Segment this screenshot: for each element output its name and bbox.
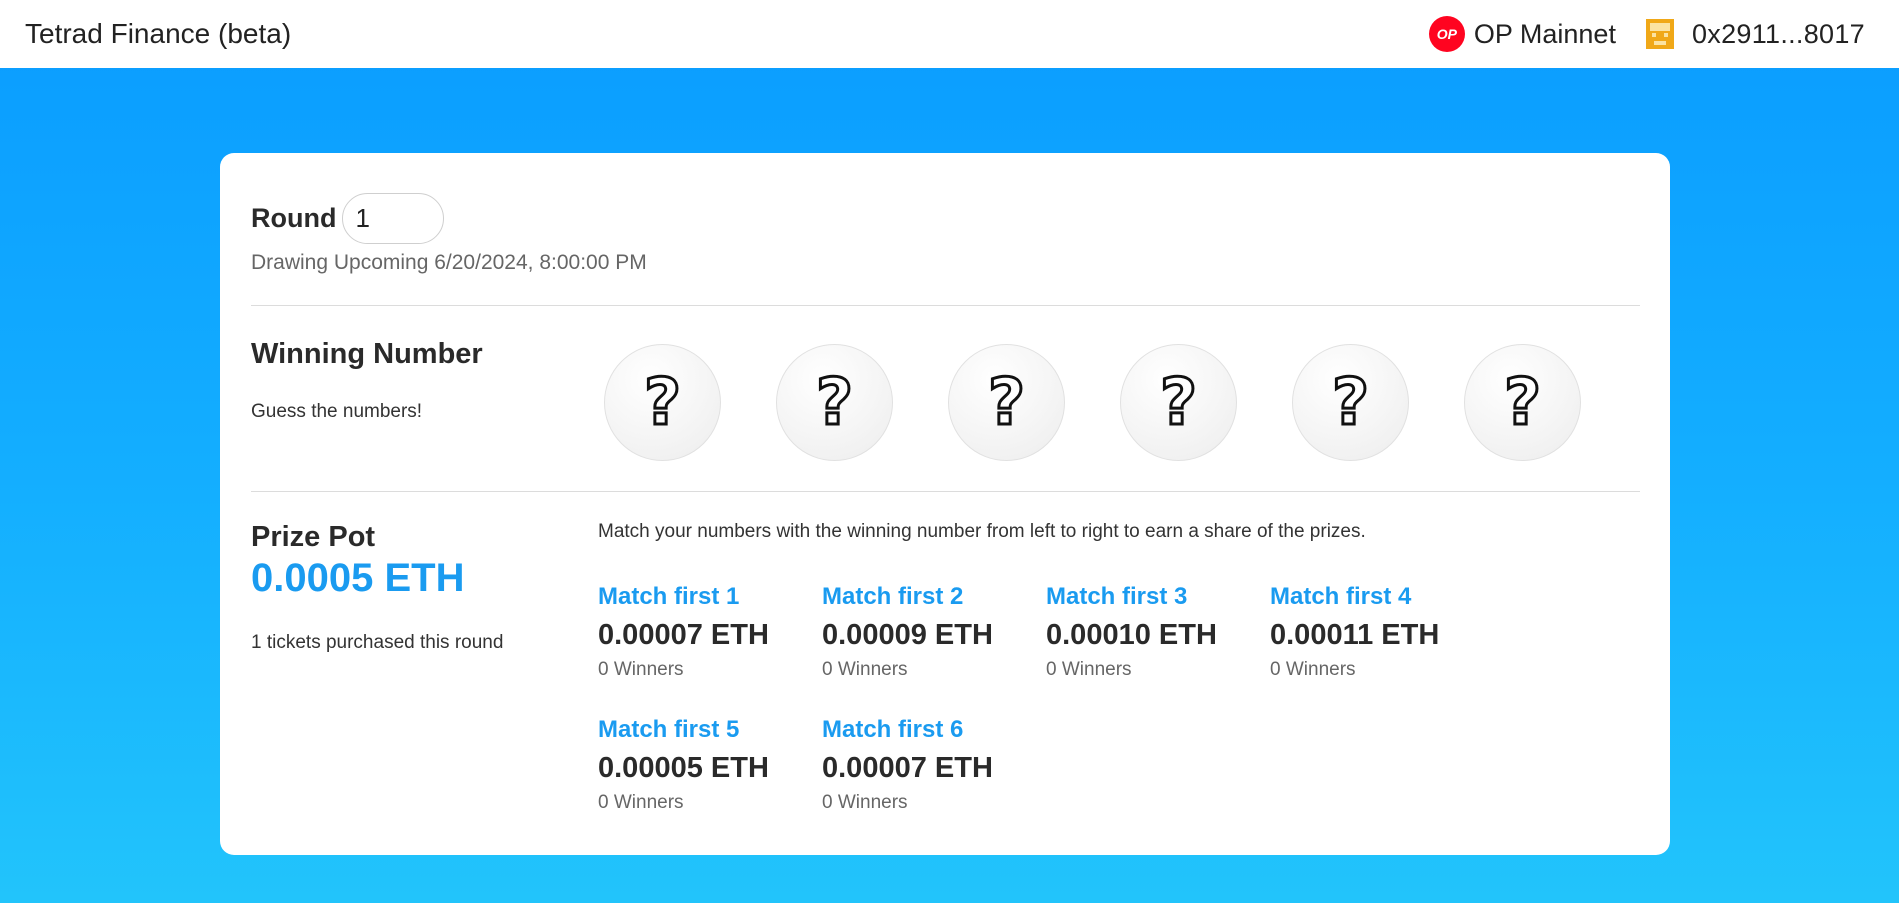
winning-ball-6: ? — [1464, 344, 1581, 461]
match-tier-title: Match first 2 — [822, 583, 964, 610]
round-selector: Round — [251, 193, 445, 244]
network-label: OP Mainnet — [1473, 18, 1616, 49]
account-button[interactable]: 0x2911...8017 — [1645, 18, 1865, 50]
match-tier-title: Match first 3 — [1046, 583, 1188, 610]
match-tier-winners: 0 Winners — [598, 659, 684, 680]
match-tier-winners: 0 Winners — [822, 792, 908, 813]
top-bar: Tetrad Finance (beta) OP OP Mainnet 0x29… — [0, 0, 1899, 68]
wallet-address: 0x2911...8017 — [1691, 18, 1865, 49]
drawing-info: Drawing Upcoming 6/20/2024, 8:00:00 PM — [251, 251, 647, 274]
match-tier-winners: 0 Winners — [822, 659, 908, 680]
winning-ball-1: ? — [604, 344, 721, 461]
match-tier-winners: 0 Winners — [1046, 659, 1132, 680]
tickets-purchased: 1 tickets purchased this round — [251, 632, 504, 653]
top-bar-right: OP OP Mainnet 0x2911...8017 — [1428, 16, 1865, 52]
winning-number-title: Winning Number — [251, 338, 483, 370]
prize-pot-amount: 0.0005 ETH — [251, 556, 465, 600]
match-tier-amount: 0.00009 ETH — [822, 619, 993, 651]
divider — [251, 491, 1640, 492]
match-tier-amount: 0.00007 ETH — [822, 752, 993, 784]
match-tier-title: Match first 4 — [1270, 583, 1412, 610]
match-tier-3: Match first 3 0.00010 ETH 0 Winners — [1046, 579, 1266, 685]
round-label: Round — [251, 203, 337, 233]
app-title[interactable]: Tetrad Finance (beta) — [25, 18, 291, 50]
winning-ball-5: ? — [1292, 344, 1409, 461]
match-description: Match your numbers with the winning numb… — [598, 521, 1366, 542]
round-input[interactable] — [342, 193, 445, 244]
winning-ball-2: ? — [776, 344, 893, 461]
match-tier-2: Match first 2 0.00009 ETH 0 Winners — [822, 579, 1042, 685]
divider — [251, 305, 1640, 306]
winning-number-subtitle: Guess the numbers! — [251, 401, 423, 422]
winning-ball-4: ? — [1120, 344, 1237, 461]
avatar-icon — [1645, 19, 1674, 49]
op-network-icon: OP — [1428, 16, 1465, 52]
winning-ball-3: ? — [948, 344, 1065, 461]
match-tier-5: Match first 5 0.00005 ETH 0 Winners — [598, 712, 818, 818]
match-tier-1: Match first 1 0.00007 ETH 0 Winners — [598, 579, 818, 685]
match-tier-title: Match first 5 — [598, 716, 740, 743]
network-selector[interactable]: OP OP Mainnet — [1428, 16, 1616, 52]
match-tier-4: Match first 4 0.00011 ETH 0 Winners — [1270, 579, 1490, 685]
match-tier-6: Match first 6 0.00007 ETH 0 Winners — [822, 712, 1042, 818]
match-tier-title: Match first 1 — [598, 583, 740, 610]
match-tier-title: Match first 6 — [822, 716, 964, 743]
match-tier-amount: 0.00010 ETH — [1046, 619, 1217, 651]
prize-pot-title: Prize Pot — [251, 521, 376, 553]
match-tier-amount: 0.00005 ETH — [598, 752, 769, 784]
lottery-card: Round Drawing Upcoming 6/20/2024, 8:00:0… — [220, 153, 1670, 855]
match-tier-winners: 0 Winners — [598, 792, 684, 813]
match-tier-amount: 0.00011 ETH — [1270, 619, 1440, 651]
match-tier-winners: 0 Winners — [1270, 659, 1356, 680]
match-tier-amount: 0.00007 ETH — [598, 619, 769, 651]
